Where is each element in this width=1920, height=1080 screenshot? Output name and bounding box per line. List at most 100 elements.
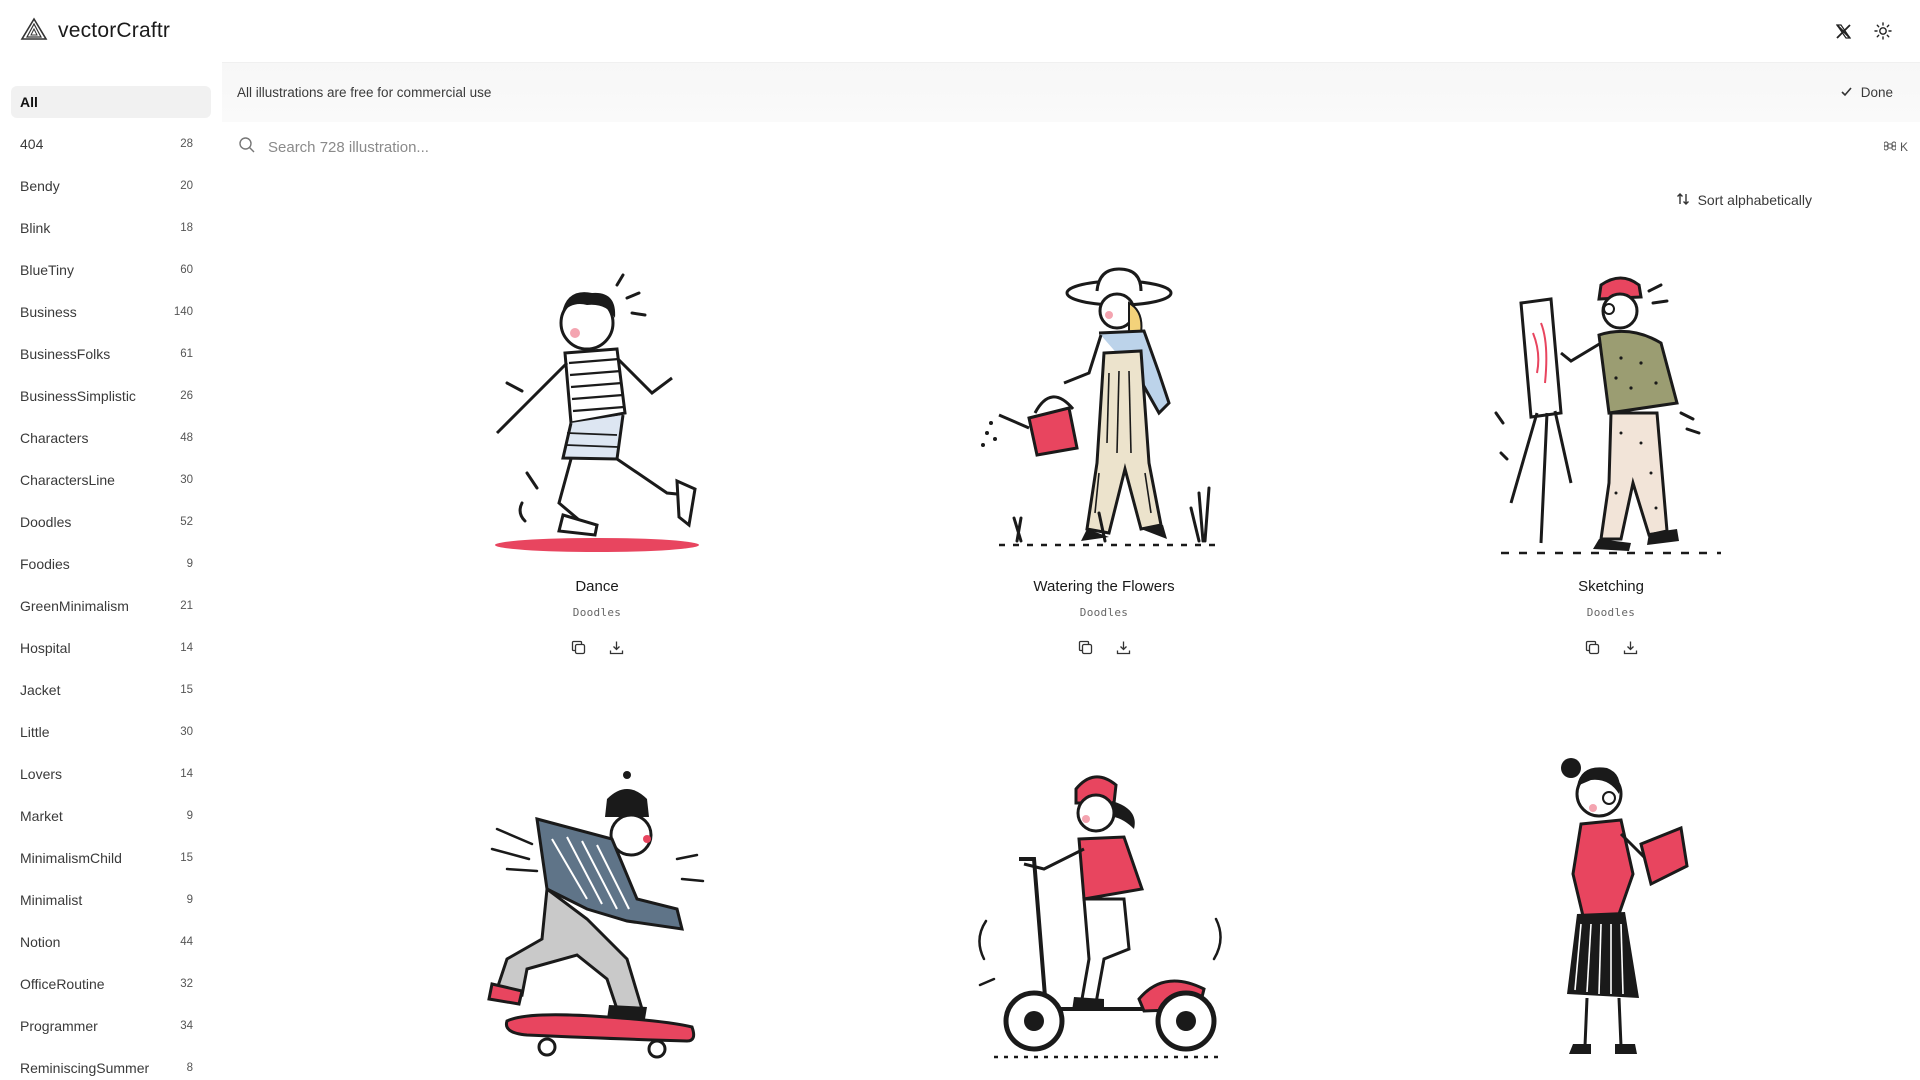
sort-alphabetically-button[interactable]: Sort alphabetically: [1676, 192, 1812, 209]
sidebar-item-foodies[interactable]: Foodies 9: [11, 548, 211, 580]
sidebar-item-label: Business: [20, 304, 77, 320]
sidebar-item-programmer[interactable]: Programmer 34: [11, 1010, 211, 1042]
sidebar-item-label: Lovers: [20, 766, 63, 782]
sidebar-item-market[interactable]: Market 9: [11, 800, 211, 832]
sidebar-item-label: Blink: [20, 220, 51, 236]
sidebar-item-label: BusinessSimplistic: [20, 388, 136, 404]
sidebar-item-count: 61: [180, 348, 193, 360]
sidebar-item-label: Little: [20, 724, 50, 740]
sketching-illustration: [1421, 258, 1801, 568]
illustration-card-sketching[interactable]: Sketching Doodles: [1421, 258, 1801, 656]
sidebar-item-officeroutine[interactable]: OfficeRoutine 32: [11, 968, 211, 1000]
sidebar-item-count: 15: [180, 684, 193, 696]
illustration-card-skateboarder[interactable]: [407, 754, 787, 1080]
license-notice-bar: All illustrations are free for commercia…: [222, 62, 1920, 122]
search-input[interactable]: [268, 138, 868, 156]
sidebar-item-doodles[interactable]: Doodles 52: [11, 506, 211, 538]
sidebar-item-bendy[interactable]: Bendy 20: [11, 170, 211, 202]
command-key-icon: [1883, 140, 1897, 155]
sidebar-item-label: Jacket: [20, 682, 61, 698]
main-content: All illustrations are free for commercia…: [222, 62, 1920, 1080]
sidebar-item-count: 30: [180, 474, 193, 486]
check-icon: [1840, 85, 1853, 101]
x-social-icon[interactable]: [1832, 20, 1854, 42]
sidebar-item-label: BusinessFolks: [20, 346, 111, 362]
copy-icon[interactable]: [1583, 638, 1601, 656]
sidebar-item-label: BlueTiny: [20, 262, 74, 278]
sidebar-item-label: Doodles: [20, 514, 72, 530]
sidebar-item-all[interactable]: All: [11, 86, 211, 118]
search-icon: [238, 136, 256, 159]
sidebar-item-count: 140: [173, 306, 193, 318]
reading-illustration: [1421, 754, 1801, 1064]
sidebar-item-businessfolks[interactable]: BusinessFolks 61: [11, 338, 211, 370]
sidebar-item-little[interactable]: Little 30: [11, 716, 211, 748]
search-shortcut-key: K: [1899, 140, 1908, 154]
sidebar-item-minimalismchild[interactable]: MinimalismChild 15: [11, 842, 211, 874]
sidebar-item-count: 48: [180, 432, 193, 444]
logo-icon: [20, 16, 48, 46]
copy-icon[interactable]: [569, 638, 587, 656]
sidebar-item-characters[interactable]: Characters 48: [11, 422, 211, 454]
sidebar-item-label: Programmer: [20, 1018, 98, 1034]
sidebar-item-lovers[interactable]: Lovers 14: [11, 758, 211, 790]
sidebar-item-label: CharactersLine: [20, 472, 115, 488]
sidebar-item-label: GreenMinimalism: [20, 598, 129, 614]
sidebar-item-label: Notion: [20, 934, 61, 950]
sidebar-item-label: MinimalismChild: [20, 850, 122, 866]
sidebar-item-count: 9: [186, 810, 193, 822]
sidebar-item-count: 9: [186, 558, 193, 570]
illustration-card-scooter[interactable]: [914, 754, 1294, 1080]
sidebar-item-label: Foodies: [20, 556, 70, 572]
done-button[interactable]: Done: [1840, 85, 1893, 101]
download-icon[interactable]: [607, 638, 625, 656]
sidebar-item-notion[interactable]: Notion 44: [11, 926, 211, 958]
sidebar-item-reminiscingsummer[interactable]: ReminiscingSummer 8: [11, 1052, 211, 1080]
app-name: vectorCraftr: [58, 19, 171, 42]
sidebar-item-blink[interactable]: Blink 18: [11, 212, 211, 244]
brand[interactable]: vectorCraftr: [20, 16, 171, 46]
download-icon[interactable]: [1621, 638, 1639, 656]
sidebar-item-greenminimalism[interactable]: GreenMinimalism 21: [11, 590, 211, 622]
sidebar-item-label: Market: [20, 808, 63, 824]
sidebar-item-label: 404: [20, 136, 44, 152]
illustration-card-watering-the-flowers[interactable]: Watering the Flowers Doodles: [914, 258, 1294, 656]
sidebar-item-label: OfficeRoutine: [20, 976, 105, 992]
dance-illustration: [407, 258, 787, 568]
sidebar-item-count: 9: [186, 894, 193, 906]
sidebar-item-count: 18: [180, 222, 193, 234]
sidebar-item-minimalist[interactable]: Minimalist 9: [11, 884, 211, 916]
sidebar-item-count: 20: [180, 180, 193, 192]
sidebar-item-count: 14: [180, 642, 193, 654]
theme-toggle-sun-icon[interactable]: [1872, 20, 1894, 42]
top-bar: vectorCraftr: [0, 0, 1920, 62]
sidebar-item-hospital[interactable]: Hospital 14: [11, 632, 211, 664]
sidebar-item-count: 26: [180, 390, 193, 402]
sidebar-item-count: 34: [180, 1020, 193, 1032]
sidebar-item-label: ReminiscingSummer: [20, 1060, 150, 1076]
sidebar-item-business[interactable]: Business 140: [11, 296, 211, 328]
sidebar-item-404[interactable]: 404 28: [11, 128, 211, 160]
card-title: [914, 1074, 1294, 1080]
sidebar-item-bluetiny[interactable]: BlueTiny 60: [11, 254, 211, 286]
sidebar-item-count: 60: [180, 264, 193, 276]
sidebar-item-count: 28: [180, 138, 193, 150]
illustration-card-dance[interactable]: Dance Doodles: [407, 258, 787, 656]
card-title: Dance: [575, 578, 619, 595]
sidebar-item-count: 32: [180, 978, 193, 990]
sidebar-item-count: 15: [180, 852, 193, 864]
sidebar-item-label: All: [20, 94, 38, 110]
card-title: [407, 1074, 787, 1080]
download-icon[interactable]: [1114, 638, 1132, 656]
card-category: Doodles: [1586, 606, 1636, 619]
sidebar-item-count: 21: [180, 600, 193, 612]
sidebar-item-label: Hospital: [20, 640, 71, 656]
illustration-card-reading[interactable]: [1421, 754, 1801, 1080]
card-title: Sketching: [1578, 578, 1644, 595]
sidebar-item-jacket[interactable]: Jacket 15: [11, 674, 211, 706]
skateboarder-illustration: [407, 754, 787, 1064]
search-bar: K: [222, 122, 1920, 172]
sidebar-item-businesssimplistic[interactable]: BusinessSimplistic 26: [11, 380, 211, 412]
copy-icon[interactable]: [1076, 638, 1094, 656]
sidebar-item-charactersline[interactable]: CharactersLine 30: [11, 464, 211, 496]
